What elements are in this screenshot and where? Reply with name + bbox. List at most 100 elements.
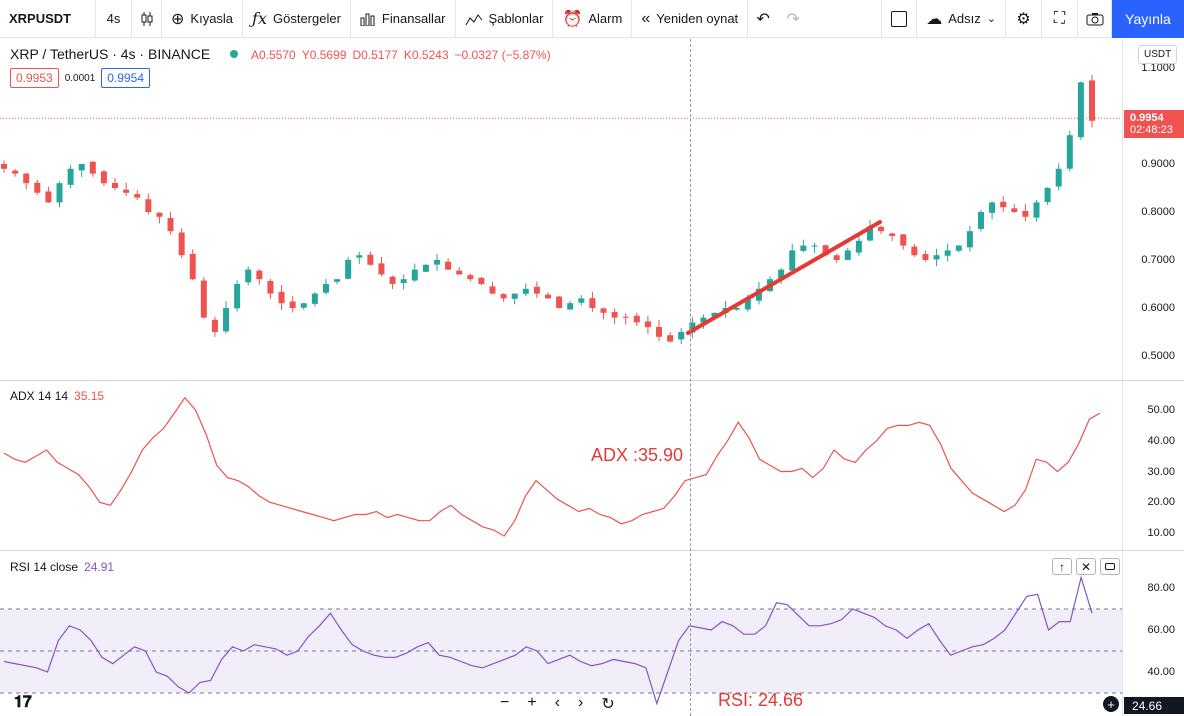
candle: [878, 225, 885, 235]
ohlc-open: A0.5570: [251, 48, 296, 62]
move-up-button[interactable]: ↑: [1052, 558, 1072, 575]
adx-chart[interactable]: [0, 381, 1122, 550]
top-toolbar: XRPUSDT 4s ⊕ Kıyasla ƒx Göstergeler Fina…: [0, 0, 1184, 38]
candle-body: [1, 164, 7, 169]
rsi-chart[interactable]: [0, 551, 1122, 716]
candle-body: [134, 194, 141, 198]
candle: [89, 160, 96, 177]
financials-label: Finansallar: [381, 11, 446, 26]
candle-body: [433, 260, 440, 265]
scroll-right-icon[interactable]: ›: [578, 694, 583, 714]
candle-body: [23, 173, 30, 184]
candle: [1033, 199, 1040, 222]
chart-type-button[interactable]: [132, 0, 162, 38]
candle: [633, 312, 640, 326]
candle-body: [633, 315, 640, 323]
replay-label: Yeniden oynat: [656, 11, 739, 26]
crosshair-vertical: [690, 39, 691, 716]
candle: [456, 267, 463, 275]
candle-body: [278, 291, 285, 304]
candle: [256, 269, 263, 285]
sell-price-button[interactable]: 0.9953: [10, 68, 59, 88]
fullscreen-toggle-button[interactable]: [881, 0, 918, 38]
candle-body: [445, 261, 452, 270]
symbol-search-button[interactable]: XRPUSDT: [0, 0, 96, 38]
candle: [911, 244, 918, 257]
candle-body: [567, 303, 574, 310]
candle-body: [56, 183, 63, 203]
candles-icon: [139, 11, 155, 27]
zoom-out-icon[interactable]: −: [500, 694, 509, 714]
candle: [433, 254, 440, 271]
undo-button[interactable]: ↶: [748, 0, 778, 38]
snapshot-button[interactable]: [1078, 0, 1112, 38]
candle: [545, 292, 551, 299]
candle-body: [944, 250, 951, 256]
undo-icon: ↶: [756, 10, 770, 28]
candle-body: [1066, 135, 1073, 169]
candle-body: [933, 255, 940, 260]
candle: [123, 182, 130, 197]
candle: [1066, 130, 1073, 172]
symbol-title[interactable]: XRP / TetherUS · 4s · BINANCE: [10, 46, 210, 62]
candle-body: [522, 288, 529, 294]
expand-button[interactable]: ⛶: [1042, 0, 1078, 38]
candle-body: [589, 298, 596, 308]
candle-body: [977, 212, 984, 229]
candle: [889, 232, 896, 242]
last-price-value: 0.9954: [1130, 112, 1164, 124]
candle-body: [167, 218, 174, 232]
candle-body: [89, 161, 96, 174]
candle: [578, 295, 585, 306]
currency-badge[interactable]: USDT: [1138, 45, 1178, 64]
candle-body: [422, 264, 429, 272]
close-pane-button[interactable]: ✕: [1076, 558, 1096, 575]
adx-value: 35.15: [74, 389, 105, 403]
candle: [322, 278, 329, 295]
price-chart[interactable]: [0, 39, 1122, 380]
maximize-pane-button[interactable]: [1100, 558, 1120, 575]
rsi-pane[interactable]: [0, 551, 1122, 716]
interval-button[interactable]: 4s: [96, 0, 132, 38]
scroll-left-icon[interactable]: ‹: [555, 694, 560, 714]
candle: [589, 291, 596, 312]
candle-body: [145, 199, 152, 212]
reset-icon[interactable]: ↻: [601, 694, 614, 714]
price-pane[interactable]: [0, 39, 1122, 380]
redo-button[interactable]: ↷: [778, 0, 808, 38]
zoom-in-icon[interactable]: +: [527, 694, 536, 714]
adx-pane[interactable]: [0, 381, 1122, 550]
compare-button[interactable]: ⊕ Kıyasla: [162, 0, 244, 38]
alert-button[interactable]: ⏰ Alarm: [553, 0, 633, 38]
square-icon: [891, 10, 908, 27]
candle: [400, 274, 407, 290]
candle-body: [223, 308, 230, 332]
templates-label: Şablonlar: [488, 11, 544, 26]
settings-button[interactable]: ⚙: [1006, 0, 1042, 38]
price-axis[interactable]: 1.1000 0.9000 0.8000 0.7000 0.6000 0.5000 50.0…: [1122, 39, 1184, 716]
expand-icon: ⛶: [1053, 9, 1066, 27]
adx-legend[interactable]: ADX 14 14 35.15: [10, 389, 104, 403]
buy-price-button[interactable]: 0.9954: [101, 68, 150, 88]
candle-body: [211, 319, 218, 332]
indicators-button[interactable]: ƒx Göstergeler: [243, 0, 351, 38]
rsi-legend[interactable]: RSI 14 close 24.91: [10, 560, 114, 574]
candle-body: [267, 280, 274, 294]
candle-body: [545, 294, 551, 299]
financials-button[interactable]: Finansallar: [351, 0, 456, 38]
candle-body: [156, 212, 163, 217]
candle: [1000, 196, 1007, 213]
rsi-tick: 40.00: [1147, 666, 1175, 678]
candle: [356, 251, 363, 264]
candle: [989, 201, 996, 220]
candle: [944, 243, 951, 262]
publish-button[interactable]: Yayınla: [1112, 0, 1184, 38]
add-plus-icon[interactable]: +: [1103, 696, 1119, 712]
candle: [966, 225, 973, 252]
candle: [922, 250, 929, 262]
templates-button[interactable]: Şablonlar: [456, 0, 554, 38]
candle-body: [34, 182, 41, 193]
layout-menu-button[interactable]: ☁ Adsız ⌄: [917, 0, 1006, 38]
candle-body: [511, 293, 518, 299]
replay-button[interactable]: « Yeniden oynat: [632, 0, 749, 38]
